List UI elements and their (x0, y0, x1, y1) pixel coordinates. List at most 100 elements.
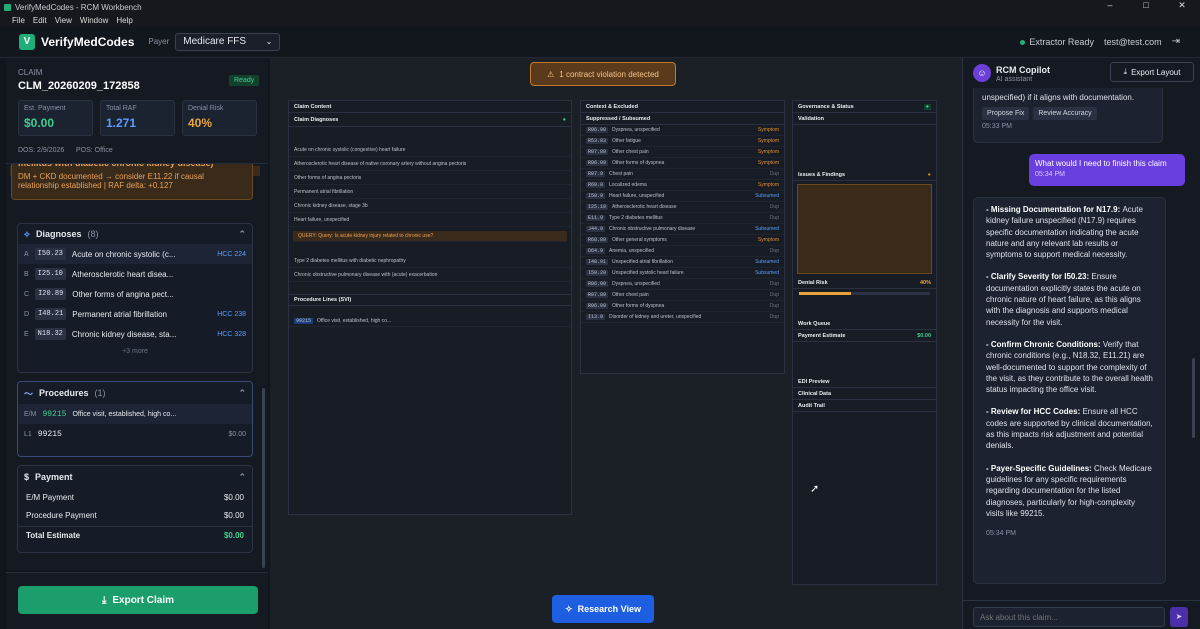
export-claim-button[interactable]: ⤓ Export Claim (18, 586, 258, 614)
procedures-header[interactable]: 〜 Procedures (1) ⌃ (18, 382, 252, 404)
procedure-em-row[interactable]: E/M 99215 Office visit, established, hig… (18, 404, 252, 424)
sidebar-scrollbar[interactable] (262, 388, 265, 568)
context-row[interactable]: I50.20 Unspecified systolic heart failure… (581, 268, 784, 279)
procedure-line-row[interactable]: L1 99215 $0.00 (18, 424, 252, 444)
mini-dx-row[interactable]: Type 2 diabetes mellitus with diabetic n… (289, 254, 571, 268)
chat-input[interactable] (973, 607, 1165, 627)
logout-icon[interactable]: ⇥ (1172, 36, 1180, 47)
menu-window[interactable]: Window (80, 16, 108, 25)
denial-risk-section[interactable]: Denial Risk 40% (793, 277, 936, 289)
governance-panel: Governance & Status ● Validation Issues &… (792, 100, 937, 585)
mini-dx-row[interactable]: Other forms of angina pectoris (289, 171, 571, 185)
query-row[interactable]: QUERY: Query: Is acute kidney injury rel… (293, 231, 567, 242)
payer-select[interactable]: Medicare FFS ⌄ (175, 32, 281, 51)
response-point: - Missing Documentation for N17.9: Acute… (986, 205, 1143, 260)
diagnosis-letter: D (24, 310, 30, 318)
payer-label: Payer (148, 37, 170, 46)
menu-edit[interactable]: Edit (33, 16, 47, 25)
mini-dx-row[interactable]: Permanent atrial fibrillation (289, 185, 571, 199)
context-row[interactable]: R07.9 Chest pain Dup (581, 169, 784, 180)
response-point: - Confirm Chronic Conditions: Verify tha… (986, 339, 1153, 395)
menu-view[interactable]: View (55, 16, 72, 25)
kpi-denial-risk: Denial Risk 40% (182, 100, 257, 136)
export-layout-button[interactable]: ⤓ Export Layout (1110, 62, 1194, 82)
panel-title: Governance & Status (798, 103, 854, 110)
context-row[interactable]: R07.89 Other chest pain Symptom (581, 147, 784, 158)
payment-estimate-section[interactable]: Payment Estimate $0.00 (793, 330, 936, 342)
mini-dx-row[interactable]: Atherosclerotic heart disease of native … (289, 157, 571, 171)
context-row[interactable]: D64.9 Anemia, unspecified Dup (581, 246, 784, 257)
diagnosis-code: I50.23 (34, 248, 66, 260)
user-message: What would I need to finish this claim 0… (1029, 154, 1185, 186)
menu-bar: File Edit View Window Help (0, 14, 1200, 26)
context-row[interactable]: R06.00 Dyspnea, unspecified Dup (581, 279, 784, 290)
diagnosis-desc: Permanent atrial fibrillation (72, 309, 167, 319)
mini-dx-row[interactable]: Chronic kidney disease, stage 3b (289, 199, 571, 213)
diagnosis-code: I48.21 (35, 308, 67, 320)
chat-scrollbar[interactable] (1192, 358, 1195, 438)
context-row[interactable]: J44.9 Chronic obstructive pulmonary disea… (581, 224, 784, 235)
diagnosis-letter: C (24, 290, 30, 298)
context-row[interactable]: R06.09 Other forms of dyspnea Symptom (581, 158, 784, 169)
more-diagnoses[interactable]: +3 more (18, 348, 252, 355)
menu-file[interactable]: File (12, 16, 25, 25)
chevron-up-icon: ⌃ (238, 387, 246, 398)
mini-dx-row[interactable]: Chronic obstructive pulmonary disease wi… (289, 268, 571, 282)
claim-label: CLAIM (18, 68, 43, 77)
context-row[interactable]: I13.0 Disorder of kidney and ureter, unsp… (581, 312, 784, 323)
diagnosis-code: I20.89 (35, 288, 67, 300)
edi-preview-section[interactable]: EDI Preview (793, 376, 936, 388)
work-queue-section[interactable]: Work Queue (793, 318, 936, 330)
context-row[interactable]: E11.9 Type 2 diabetes mellitus Dup (581, 213, 784, 224)
violation-banner[interactable]: ⚠ 1 contract violation detected (530, 62, 676, 86)
menu-help[interactable]: Help (116, 16, 132, 25)
alert-text: DM + CKD documented → consider E11.22 if… (18, 172, 204, 181)
response-point: - Clarify Severity for I50.23: Ensure do… (986, 272, 1141, 327)
kpi-est-payment: Est. Payment $0.00 (18, 100, 93, 136)
diagnosis-row[interactable]: A I50.23 Acute on chronic systolic (c... HC… (18, 244, 252, 264)
context-row[interactable]: R53.83 Other fatigue Symptom (581, 136, 784, 147)
panel-subtitle: Suppressed / Subsumed (586, 115, 651, 122)
context-row[interactable]: R06.00 Dyspnea, unspecified Symptom (581, 125, 784, 136)
context-row[interactable]: I50.9 Heart failure, unspecified Subsumed (581, 191, 784, 202)
context-row[interactable]: I48.91 Unspecified atrial fibrillation Sub… (581, 257, 784, 268)
diagnosis-row[interactable]: D I48.21 Permanent atrial fibrillation HCC … (18, 304, 252, 324)
issues-section[interactable]: Issues & Findings ● (793, 169, 936, 181)
mini-dx-row[interactable]: Heart failure, unspecified (289, 213, 571, 227)
findings-box (797, 184, 932, 274)
diagnoses-header[interactable]: ⟡ Diagnoses (8) ⌃ (18, 224, 252, 244)
send-button[interactable]: ➤ (1170, 607, 1188, 627)
context-row[interactable]: I25.10 Atherosclerotic heart disease Dup (581, 202, 784, 213)
review-accuracy-chip[interactable]: Review Accuracy (1033, 107, 1097, 121)
assistant-response: - Missing Documentation for N17.9: Acute… (986, 204, 1153, 519)
context-row[interactable]: R60.0 Localized edema Symptom (581, 180, 784, 191)
window-controls: – □ ✕ (1092, 0, 1200, 14)
diagnosis-row[interactable]: E N18.32 Chronic kidney disease, sta... HCC… (18, 324, 252, 344)
research-view-button[interactable]: ✧ Research View (552, 595, 654, 623)
propose-fix-chip[interactable]: Propose Fix (982, 107, 1030, 121)
diagnosis-row[interactable]: C I20.89 Other forms of angina pect... (18, 284, 252, 304)
brand-logo: V (19, 33, 35, 50)
audit-trail-section[interactable]: Audit Trail (793, 400, 936, 412)
procedure-mini-row[interactable]: 99215 Office visit, established, high co.… (289, 316, 571, 327)
warning-icon: ⚠ (547, 69, 555, 79)
close-icon[interactable]: ✕ (1164, 0, 1200, 14)
payment-header[interactable]: $ Payment ⌃ (18, 466, 252, 488)
validation-section[interactable]: Validation (793, 113, 936, 125)
message-time: 05:33 PM (982, 123, 1012, 131)
payment-row: E/M Payment $0.00 (26, 492, 244, 502)
context-row[interactable]: R07.89 Other chest pain Dup (581, 290, 784, 301)
clinical-data-section[interactable]: Clinical Data (793, 388, 936, 400)
divider (963, 600, 1200, 601)
claim-dx-table: Acute on chronic systolic (congestive) h… (289, 127, 571, 227)
claim-id: CLM_20260209_172858 (18, 80, 140, 92)
context-row[interactable]: R06.09 Other forms of dyspnea Dup (581, 301, 784, 312)
diagnoses-icon: ⟡ (24, 228, 30, 239)
alert-text-2: relationship established | RAF delta: +0… (18, 181, 173, 190)
mini-dx-row[interactable]: Acute on chronic systolic (congestive) h… (289, 143, 571, 157)
diagnosis-row[interactable]: B I25.10 Atherosclerotic heart disea... (18, 264, 252, 284)
maximize-icon[interactable]: □ (1128, 0, 1164, 14)
minimize-icon[interactable]: – (1092, 0, 1128, 14)
payment-row: Procedure Payment $0.00 (26, 510, 244, 520)
context-row[interactable]: R68.89 Other general symptoms Symptom (581, 235, 784, 246)
